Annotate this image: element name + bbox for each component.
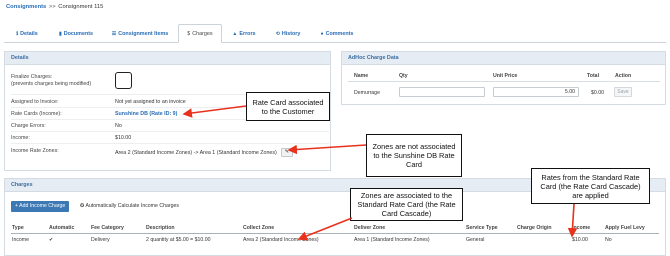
info-icon: ℹ: [16, 30, 19, 37]
auto-calc-charges-button[interactable]: ✪ Automatically Calculate Income Charges: [77, 201, 182, 212]
comment-icon: ●: [320, 30, 324, 37]
check-icon: ✔: [49, 237, 54, 243]
adhoc-col-action: Action: [615, 73, 632, 79]
tab-comments[interactable]: ● Comments: [310, 24, 364, 43]
tab-bar: ℹ Details ▮ Documents ☰ Consignment Items $…: [4, 24, 666, 43]
adhoc-panel-title: AdHoc Charge Data: [342, 52, 665, 65]
charge-errors-row: Charge Errors: No: [11, 121, 329, 132]
charges-col-income: Income: [572, 225, 591, 231]
income-value: $10.00: [115, 135, 132, 141]
charges-col-fee-category: Fee Category: [91, 225, 124, 231]
history-icon: ⟲: [275, 30, 280, 37]
income-zones-label: Income Rate Zones:: [11, 148, 59, 154]
income-row: Income: $10.00: [11, 133, 329, 144]
annotation-rates-applied: Rates from the Standard Rate Card (the R…: [531, 168, 650, 204]
tab-consignment-items[interactable]: ☰ Consignment Items: [102, 24, 178, 43]
charge-income: $10.00: [572, 237, 588, 243]
pencil-icon: ✎: [284, 149, 289, 155]
adhoc-col-total: Total: [587, 73, 600, 79]
charges-col-fuel-levy: Apply Fuel Levy: [605, 225, 645, 231]
adhoc-row-total: $0.00: [591, 90, 604, 96]
finalize-checkbox[interactable]: [115, 72, 132, 89]
annotation-zones-associated: Zones are associated to the Standard Rat…: [350, 188, 463, 221]
charge-type: Income: [12, 237, 30, 243]
charge-service-type: General: [466, 237, 485, 243]
tab-details[interactable]: ℹ Details: [4, 24, 50, 43]
assigned-value: Not yet assigned to an invoice: [115, 99, 186, 105]
adhoc-row-name: Demurrage: [354, 90, 380, 96]
income-zones-row: Income Rate Zones: Area 2 (Standard Inco…: [11, 145, 329, 159]
finalize-label: Finalize Charges:: [11, 74, 53, 80]
charges-col-description: Description: [146, 225, 175, 231]
breadcrumb-separator: >>: [48, 4, 56, 10]
edit-zones-button[interactable]: ✎: [280, 148, 293, 157]
tab-history[interactable]: ⟲ History: [266, 24, 310, 43]
table-row: Income ✔ Delivery 2 quantity at $5.00 = …: [11, 237, 659, 246]
add-income-charge-button[interactable]: + Add Income Charge: [11, 201, 70, 212]
document-icon: ▮: [58, 30, 62, 37]
charges-col-automatic: Automatic: [49, 225, 75, 231]
income-label: Income:: [11, 135, 30, 141]
charges-col-service-type: Service Type: [466, 225, 498, 231]
charge-fuel-levy: No: [605, 237, 612, 243]
charges-col-type: Type: [12, 225, 24, 231]
adhoc-col-name: Name: [354, 73, 369, 79]
rate-card-link[interactable]: Sunshine DB (Rate ID: 9): [115, 111, 177, 117]
tab-documents[interactable]: ▮ Documents: [50, 24, 102, 43]
breadcrumb-consignments-link[interactable]: Consignments: [6, 4, 46, 10]
assigned-label: Assigned to Invoice:: [11, 99, 59, 105]
rate-card-label: Rate Cards (Income):: [11, 111, 62, 117]
tab-charges[interactable]: $ Charges: [178, 24, 222, 43]
list-icon: ☰: [111, 30, 117, 37]
income-zones-value: Area 2 (Standard Income Zones) -> Area 1…: [115, 148, 293, 157]
warning-icon: ▲: [232, 30, 238, 37]
charge-deliver-zone: Area 1 (Standard Income Zones): [354, 237, 430, 243]
charge-fee-category: Delivery: [91, 237, 110, 243]
annotation-rate-card: Rate Card associated to the Customer: [246, 92, 330, 121]
adhoc-qty-input[interactable]: [399, 87, 485, 97]
adhoc-table-header: Name Qty Unit Price Total Action: [348, 73, 660, 82]
charge-collect-zone: Area 2 (Standard Income Zones): [243, 237, 319, 243]
breadcrumb: Consignments >> Consignment 115: [6, 4, 103, 10]
annotation-zones-not-associated: Zones are not associated to the Sunshine…: [366, 134, 462, 177]
charges-col-collect-zone: Collect Zone: [243, 225, 275, 231]
charge-errors-label: Charge Errors:: [11, 123, 46, 129]
finalize-sublabel: (prevents charges being modified): [11, 81, 92, 87]
charges-table-header: Type Automatic Fee Category Description …: [11, 225, 659, 234]
charges-col-charge-origin: Charge Origin: [517, 225, 552, 231]
breadcrumb-current: Consignment 115: [58, 4, 104, 10]
adhoc-col-qty: Qty: [399, 73, 408, 79]
charge-errors-value: No: [115, 123, 122, 129]
adhoc-save-button[interactable]: Save: [614, 87, 632, 97]
adhoc-charge-panel: AdHoc Charge Data Name Qty Unit Price To…: [341, 51, 666, 105]
details-panel-title: Details: [5, 52, 330, 65]
adhoc-unit-price-input[interactable]: 5.00: [493, 87, 579, 97]
tab-errors[interactable]: ▲ Errors: [222, 24, 266, 43]
adhoc-table-row: Demurrage 5.00 $0.00 Save: [348, 87, 660, 99]
charges-col-deliver-zone: Deliver Zone: [354, 225, 386, 231]
charge-description: 2 quantity at $5.00 = $10.00: [146, 237, 211, 243]
adhoc-col-unit-price: Unit Price: [493, 73, 518, 79]
dollar-icon: $: [187, 30, 191, 37]
